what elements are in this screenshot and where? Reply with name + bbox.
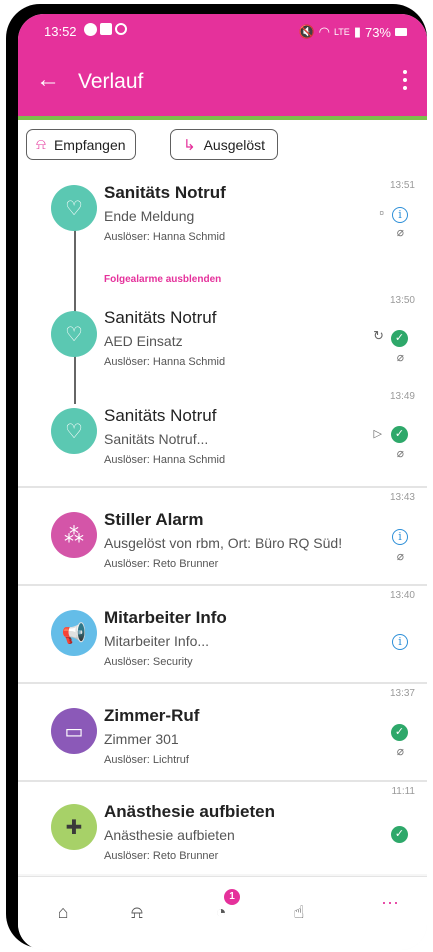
battery-percent: 73% — [364, 24, 391, 40]
attachment-icon: ⌀ — [396, 744, 404, 758]
notification-icons — [84, 23, 127, 36]
screen: 13:52 🔇 ◠ LTE ▮ 73% ← Verlauf ⍾ Empfange… — [18, 14, 427, 950]
item-time: 13:40 — [389, 590, 415, 601]
item-title: Mitarbeiter Info — [104, 608, 227, 627]
filter-triggered-button[interactable]: ↳ Ausgelöst — [170, 129, 279, 160]
hide-followup-toggle[interactable]: Folgealarme ausblenden — [104, 274, 221, 285]
info-icon[interactable]: i — [392, 634, 408, 650]
item-trigger: Auslöser: Hanna Schmid — [104, 231, 226, 243]
item-title: Sanitäts Notruf — [104, 406, 217, 425]
attachment-icon: ⌀ — [396, 225, 404, 239]
heart-pulse-icon: ♡ — [51, 408, 97, 454]
item-trigger: Auslöser: Lichtruf — [104, 754, 189, 766]
check-icon: ✓ — [391, 330, 408, 347]
item-title: Stiller Alarm — [104, 510, 204, 529]
history-icon[interactable]: ◔ 1 — [204, 889, 240, 929]
mute-icon: 🔇 — [298, 24, 315, 39]
item-subtitle: Mitarbeiter Info... — [104, 633, 210, 649]
item-trigger: Auslöser: Reto Brunner — [104, 558, 219, 570]
overflow-menu-icon[interactable] — [399, 66, 411, 96]
check-icon: ✓ — [391, 426, 408, 443]
item-subtitle: Zimmer 301 — [104, 731, 179, 747]
item-title: Sanitäts Notruf — [104, 308, 217, 327]
item-title: Sanitäts Notruf — [104, 183, 226, 202]
more-button[interactable]: ··· — [373, 885, 407, 919]
attachment-icon: ⌀ — [396, 446, 404, 460]
thread-line — [74, 208, 76, 404]
heart-pulse-icon: ♡ — [51, 311, 97, 357]
item-time: 13:37 — [389, 688, 415, 699]
filter-bar: ⍾ Empfangen ↳ Ausgelöst — [18, 120, 427, 168]
bed-icon: ▭ — [51, 708, 97, 754]
touch-trigger-icon[interactable]: ☝ — [282, 895, 316, 929]
check-icon: ✓ — [391, 826, 408, 843]
list-item[interactable]: 11:11 ✚ Anästhesie aufbieten Anästhesie … — [18, 782, 427, 874]
megaphone-icon: 📢 — [51, 610, 97, 656]
signal-icon: ▮ — [353, 24, 361, 39]
item-title: Zimmer-Ruf — [104, 706, 200, 725]
sync-icon — [115, 23, 127, 35]
wifi-icon: ◠ — [318, 24, 330, 39]
attachment-icon: ⌀ — [396, 549, 404, 563]
network-label: LTE — [333, 27, 350, 37]
attachment-icon: ⌀ — [396, 350, 404, 364]
info-icon[interactable]: i — [392, 529, 408, 545]
item-subtitle: AED Einsatz — [104, 333, 183, 349]
image-notification-icon — [100, 23, 112, 35]
app-bar: ← Verlauf — [18, 50, 427, 116]
item-subtitle: Ausgelöst von rbm, Ort: Büro RQ Süd! — [104, 535, 343, 551]
device-frame: 13:52 🔇 ◠ LTE ▮ 73% ← Verlauf ⍾ Empfange… — [6, 4, 427, 950]
alarm-bell-icon[interactable]: ⍾ — [120, 895, 154, 929]
battery-icon — [395, 28, 407, 36]
list-item[interactable]: 13:40 📢 Mitarbeiter Info Mitarbeiter Inf… — [18, 586, 427, 682]
item-time: 13:50 — [389, 295, 415, 306]
status-time: 13:52 — [44, 24, 77, 39]
item-time: 13:49 — [389, 391, 415, 402]
filter-received-label: Empfangen — [53, 136, 126, 153]
stop-icon: ▫ — [379, 205, 384, 220]
item-trigger: Auslöser: Hanna Schmid — [104, 356, 226, 368]
item-subtitle: Ende Meldung — [104, 208, 195, 224]
network-icon: ⁂ — [51, 512, 97, 558]
filter-triggered-label: Ausgelöst — [203, 136, 266, 153]
item-time: 11:11 — [391, 786, 415, 797]
play-icon: ▷ — [373, 428, 382, 440]
outgoing-arrow-icon: ↳ — [183, 136, 196, 154]
item-time: 13:43 — [389, 492, 415, 503]
item-time: 13:51 — [389, 180, 415, 191]
repeat-icon: ↻ — [373, 328, 384, 343]
heart-pulse-icon: ♡ — [51, 185, 97, 231]
list-item[interactable]: 13:37 ▭ Zimmer-Ruf Zimmer 301 Auslöser: … — [18, 684, 427, 780]
page-title: Verlauf — [78, 70, 144, 93]
medical-cross-icon: ✚ — [51, 804, 97, 850]
filter-received-button[interactable]: ⍾ Empfangen — [26, 129, 136, 160]
item-subtitle: Sanitäts Notruf... — [104, 431, 209, 447]
item-subtitle: Anästhesie aufbieten — [104, 827, 235, 843]
home-icon[interactable]: ⌂ — [46, 895, 80, 929]
info-icon[interactable]: i — [392, 207, 408, 223]
status-right: 🔇 ◠ LTE ▮ 73% — [298, 24, 407, 40]
item-title: Anästhesie aufbieten — [104, 802, 275, 821]
item-trigger: Auslöser: Security — [104, 656, 193, 668]
item-trigger: Auslöser: Hanna Schmid — [104, 454, 226, 466]
bottom-nav: ⌂ ⍾ ◔ 1 ☝ ··· — [18, 876, 427, 950]
alarm-bell-icon: ⍾ — [36, 136, 46, 153]
list-item[interactable]: 13:43 ⁂ Stiller Alarm Ausgelöst von rbm,… — [18, 488, 427, 584]
check-icon: ✓ — [391, 724, 408, 741]
item-trigger: Auslöser: Reto Brunner — [104, 850, 219, 862]
alarm-thread[interactable]: 13:51 ♡ Sanitäts Notruf Ende Meldung Aus… — [18, 168, 427, 486]
back-arrow-icon[interactable]: ← — [36, 66, 60, 94]
notification-badge: 1 — [224, 889, 240, 905]
status-bar: 13:52 🔇 ◠ LTE ▮ 73% — [18, 14, 427, 50]
app-notification-icon — [84, 23, 97, 36]
